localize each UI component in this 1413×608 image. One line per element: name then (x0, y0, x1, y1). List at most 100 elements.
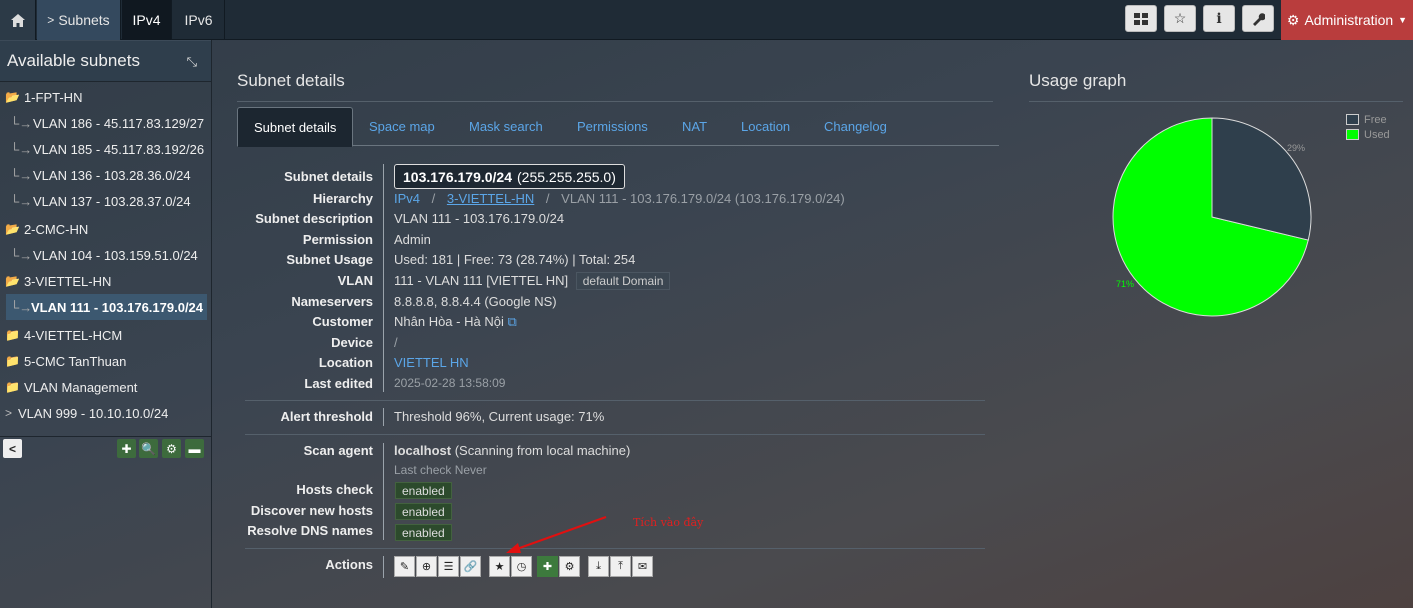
dashboard-button[interactable] (1125, 5, 1157, 32)
tree-item-label: VLAN 999 - 10.10.10.0/24 (18, 405, 169, 421)
envelope-icon: ✉ (637, 561, 648, 573)
administration-menu-button[interactable]: ⚙ Administration ▼ (1281, 0, 1413, 40)
scan-agent-desc: (Scanning from local machine) (454, 443, 631, 458)
tab-ipv6[interactable]: IPv6 (173, 0, 225, 40)
download-icon: ⤓ (596, 560, 601, 572)
list-icon: ☰ (443, 561, 454, 573)
star-icon: ★ (494, 561, 505, 573)
tree-folder-vlan-management[interactable]: 📁 VLAN Management (0, 374, 211, 400)
subnets-label: Subnets (58, 12, 110, 28)
chevron-left-icon: < (8, 441, 16, 456)
add-address-button[interactable]: ⊕ (416, 556, 437, 577)
plus-icon: ✚ (542, 561, 553, 573)
add-folder-button[interactable]: ▬ (185, 439, 204, 458)
divider (1029, 101, 1403, 102)
tree-folder-5-cmc-tanthuan[interactable]: 📁 5-CMC TanThuan (0, 348, 211, 374)
customer-label: Customer (312, 314, 373, 329)
legend-label: Free (1364, 113, 1387, 126)
location-label: Location (318, 355, 373, 370)
vertical-separator (383, 443, 384, 540)
info-button[interactable]: i (1203, 5, 1235, 32)
breadcrumb-ipv4-link[interactable]: IPv4 (394, 191, 420, 206)
permission-value: Admin (394, 232, 431, 247)
device-label: Device (331, 335, 373, 350)
usage-label: Subnet Usage (286, 252, 373, 267)
tree-item-vlan-185[interactable]: └→ VLAN 185 - 45.117.83.192/26 (0, 136, 211, 162)
folder-open-icon: 📂 (5, 90, 20, 104)
search-subnet-button[interactable]: 🔍 (139, 439, 158, 458)
tab-nat[interactable]: NAT (682, 107, 707, 146)
star-icon: ☆ (1173, 10, 1187, 26)
last-check-value: Last check Never (394, 463, 487, 477)
tree-item-vlan-111-active[interactable]: └→ VLAN 111 - 103.176.179.0/24 (6, 294, 207, 320)
manage-subnets-button[interactable]: ⚙ (162, 439, 181, 458)
usage-pie-chart: 29% 71% (1112, 117, 1312, 317)
tree-item-vlan-186[interactable]: └→ VLAN 186 - 45.117.83.129/27 (0, 110, 211, 136)
branch-icon: └→ (10, 247, 33, 263)
tab-subnet-details[interactable]: Subnet details (237, 107, 354, 147)
collapse-icon[interactable]: ⤡ (187, 54, 197, 70)
last-edited-value: 2025-02-28 13:58:09 (394, 376, 506, 390)
location-link[interactable]: VIETTEL HN (394, 355, 469, 370)
tree-folder-1-fpt-hn[interactable]: 📂 1-FPT-HN (0, 84, 211, 110)
tree-item-vlan-136[interactable]: └→ VLAN 136 - 103.28.36.0/24 (0, 162, 211, 188)
plus-icon: ✚ (121, 441, 132, 456)
link-button[interactable]: 🔗 (460, 556, 481, 577)
tree-item-vlan-104[interactable]: └→ VLAN 104 - 103.159.51.0/24 (0, 242, 211, 268)
tab-permissions[interactable]: Permissions (577, 107, 648, 146)
branch-icon: └→ (10, 141, 33, 157)
permission-label: Permission (302, 232, 373, 247)
folder-closed-icon: 📁 (5, 380, 20, 394)
subnet-address: 103.176.179.0/24 (403, 168, 512, 185)
edit-subnet-button[interactable]: ✎ (394, 556, 415, 577)
tree-item-vlan-999[interactable]: > VLAN 999 - 10.10.10.0/24 (0, 400, 211, 426)
discover-hosts-label: Discover new hosts (250, 503, 373, 518)
breadcrumb-separator: / (545, 191, 550, 206)
tree-folder-label: 4-VIETTEL-HCM (23, 327, 123, 343)
tree-folder-4-viettel-hcm[interactable]: 📁 4-VIETTEL-HCM (0, 322, 211, 348)
tools-button[interactable] (1242, 5, 1274, 32)
divider (245, 400, 985, 401)
tree-folder-label: 2-CMC-HN (23, 221, 89, 237)
resolve-dns-label: Resolve DNS names (247, 523, 373, 538)
collapse-sidebar-button[interactable]: < (3, 439, 22, 458)
tree-folder-2-cmc-hn[interactable]: 📂 2-CMC-HN (0, 216, 211, 242)
legend-swatch-free (1346, 114, 1359, 125)
nameservers-value: 8.8.8.8, 8.8.4.4 (Google NS) (394, 294, 557, 309)
sidebar-title: Available subnets (7, 51, 140, 70)
alert-threshold-value: Threshold 96%, Current usage: 71% (394, 409, 605, 424)
favourites-button[interactable]: ☆ (1164, 5, 1196, 32)
tree-item-vlan-137[interactable]: └→ VLAN 137 - 103.28.37.0/24 (0, 188, 211, 214)
nameservers-label: Nameservers (291, 294, 373, 309)
hosts-check-status-badge: enabled (395, 482, 452, 499)
tab-space-map[interactable]: Space map (369, 107, 435, 146)
home-button[interactable] (0, 0, 36, 40)
folder-open-icon: 📂 (5, 274, 20, 288)
action-group-edit: ✎ ⊕ ☰ 🔗 (394, 556, 482, 577)
tab-location[interactable]: Location (741, 107, 790, 146)
tab-ipv4[interactable]: IPv4 (122, 0, 172, 40)
description-label: Subnet description (255, 211, 373, 226)
vlan-label: VLAN (337, 273, 373, 288)
add-subnet-button[interactable]: ✚ (117, 439, 136, 458)
graph-legend: Free Used (1346, 112, 1390, 142)
legend-swatch-used (1346, 129, 1359, 140)
tree-item-label: VLAN 137 - 103.28.37.0/24 (33, 193, 191, 209)
subnets-menu-button[interactable]: > Subnets (37, 0, 121, 40)
search-icon: 🔍 (141, 441, 156, 456)
tree-folder-3-viettel-hn[interactable]: 📂 3-VIETTEL-HN (0, 268, 211, 294)
list-button[interactable]: ☰ (438, 556, 459, 577)
export-button[interactable]: ⤒ (610, 556, 631, 577)
vlan-domain-badge: default Domain (575, 272, 671, 290)
legend-item-free: Free (1346, 112, 1390, 127)
tab-mask-search[interactable]: Mask search (469, 107, 543, 146)
email-button[interactable]: ✉ (632, 556, 653, 577)
tab-changelog[interactable]: Changelog (824, 107, 887, 146)
sidebar-header: Available subnets ⤡ (0, 40, 211, 82)
usage-graph-title: Usage graph (1029, 71, 1127, 90)
breadcrumb-section-link[interactable]: 3-VIETTEL-HN (447, 191, 534, 206)
link-icon: 🔗 (463, 561, 478, 573)
legend-item-used: Used (1346, 127, 1390, 142)
discover-hosts-status-badge: enabled (395, 503, 452, 520)
external-link-icon[interactable]: ⧉ (507, 314, 516, 329)
